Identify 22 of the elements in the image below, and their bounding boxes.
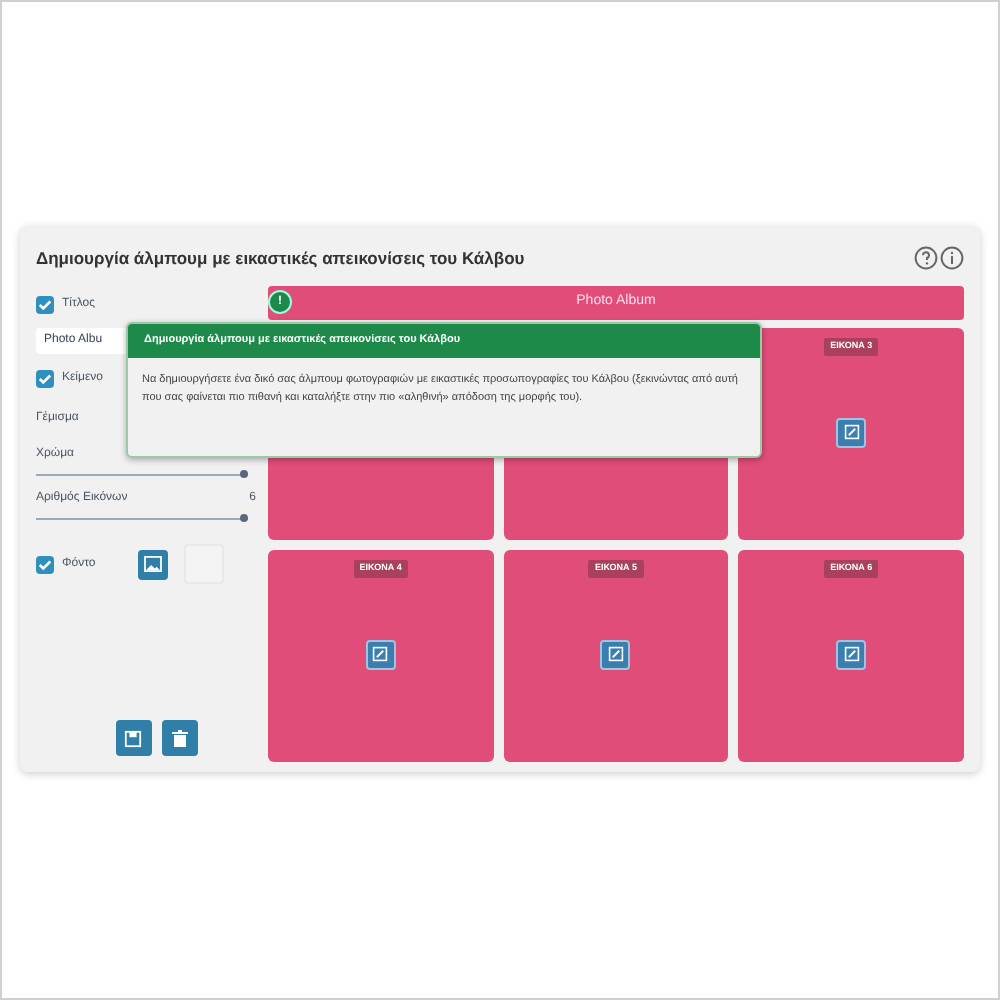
checkbox[interactable] xyxy=(36,369,54,387)
image-icon xyxy=(144,556,162,572)
save-icon xyxy=(124,729,142,747)
edit-button[interactable] xyxy=(836,639,867,670)
info-icon[interactable] xyxy=(940,246,964,270)
save-button[interactable] xyxy=(115,720,151,756)
panel-title: Δημιουργία άλμπουμ με εικαστικές απεικονίσεις του Κάλβου xyxy=(36,245,525,271)
pencil-icon xyxy=(607,646,624,663)
edit-button[interactable] xyxy=(600,639,631,670)
image-button[interactable] xyxy=(138,549,168,579)
help-icon[interactable] xyxy=(914,246,938,270)
edit-button[interactable] xyxy=(365,639,396,670)
edit-button[interactable] xyxy=(836,417,867,448)
trash-icon xyxy=(171,729,187,747)
checkbox[interactable] xyxy=(36,295,54,313)
pencil-icon xyxy=(843,646,860,663)
slider[interactable] xyxy=(36,514,248,522)
slider[interactable] xyxy=(36,470,248,478)
delete-button[interactable] xyxy=(161,720,197,756)
pencil-icon xyxy=(372,646,389,663)
pencil-icon xyxy=(843,424,860,441)
checkbox[interactable] xyxy=(36,555,54,573)
